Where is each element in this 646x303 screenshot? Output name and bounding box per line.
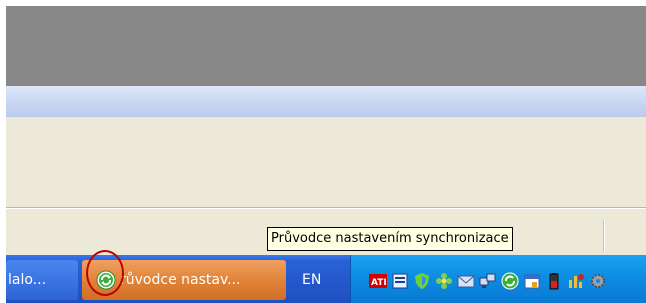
notes-icon[interactable] <box>391 272 409 290</box>
annotation-circle <box>86 250 124 296</box>
network-icon[interactable] <box>479 272 497 290</box>
window-panel <box>6 117 646 208</box>
desktop-screenshot: lalo... růvodce nastav... EN ATI Průvodc… <box>0 0 646 303</box>
system-tray: ATI <box>350 255 646 303</box>
svg-text:ATI: ATI <box>371 278 387 288</box>
window-background <box>6 6 646 86</box>
taskbar-button-label: lalo... <box>8 272 47 288</box>
toolbar-band <box>6 86 646 117</box>
mail-icon[interactable] <box>457 272 475 290</box>
taskbar-button-label: růvodce nastav... <box>120 272 241 288</box>
ati-icon[interactable]: ATI <box>369 272 387 290</box>
taskbar-button-1[interactable]: lalo... <box>6 260 78 300</box>
security-shield-icon[interactable] <box>413 272 431 290</box>
battery-icon[interactable] <box>545 272 563 290</box>
calendar-icon[interactable] <box>523 272 541 290</box>
sync-icon[interactable] <box>501 272 519 290</box>
flower-icon[interactable] <box>435 272 453 290</box>
language-indicator[interactable]: EN <box>302 272 321 288</box>
tooltip: Průvodce nastavením synchronizace <box>267 227 513 251</box>
chart-icon[interactable] <box>567 272 585 290</box>
gear-icon[interactable] <box>589 272 607 290</box>
